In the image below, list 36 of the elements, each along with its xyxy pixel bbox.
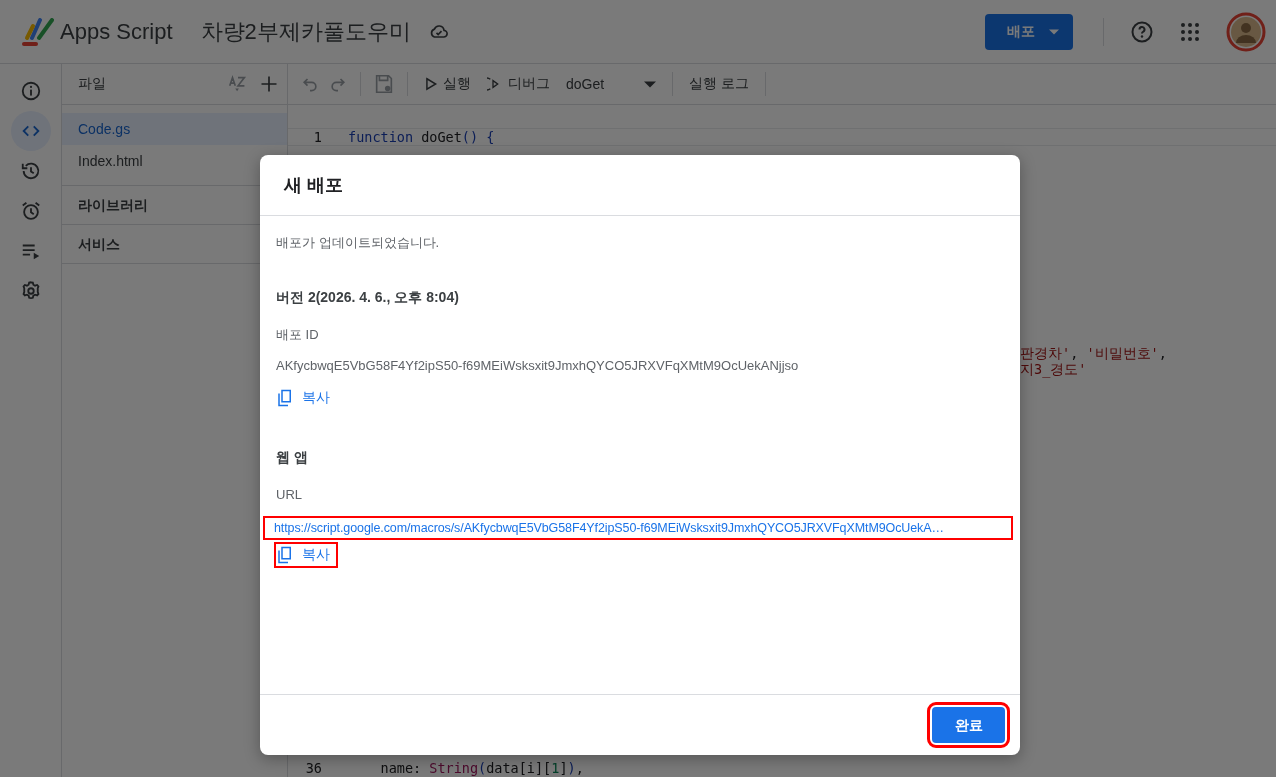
function-dropdown[interactable]: doGet — [562, 76, 661, 92]
apps-script-logo — [22, 17, 54, 46]
field-label: URL — [276, 487, 303, 502]
help-icon[interactable] — [1130, 19, 1154, 44]
copy-icon — [276, 546, 294, 564]
copy-button[interactable]: 복사 — [274, 385, 338, 411]
code-line: 판경차', '비밀번호', — [1020, 345, 1167, 363]
history-icon — [19, 160, 42, 182]
dialog-title: 새 배포 — [260, 155, 1020, 216]
product-name: Apps Script — [60, 18, 173, 45]
copy-button[interactable]: 복사 — [274, 542, 338, 568]
url-link[interactable]: https://script.google.com/macros/s/AKfycbwqE5VbG58F4Yf2ipS50-f69MEiWsksxit9JmxhQYCO5JRXVFqXMtM9OcUekA… — [263, 516, 1013, 540]
caret-icon — [1049, 28, 1059, 35]
plus-icon[interactable] — [259, 74, 279, 94]
execution-log-button[interactable]: 실행 로그 — [685, 75, 754, 93]
run-button[interactable]: 실행 — [420, 75, 475, 93]
play-icon — [424, 77, 438, 91]
deploy-button[interactable]: 배포 — [985, 13, 1073, 50]
field-label: 배포 ID — [276, 326, 320, 344]
info-icon — [19, 80, 42, 102]
rail-button[interactable] — [10, 111, 51, 151]
version-heading: 버전 2(2026. 4. 6., 오후 8:04) — [276, 289, 460, 307]
project-title[interactable]: 차량2부제카풀도우미 — [200, 16, 411, 47]
avatar[interactable] — [1226, 11, 1266, 52]
panel-title: 파일 — [78, 75, 107, 93]
file-item[interactable]: Code.gs — [62, 113, 287, 145]
section-heading: 웹 앱 — [276, 449, 309, 467]
line-number: 1 — [312, 129, 322, 145]
code-line: name: String(data[i][1]), — [379, 759, 584, 777]
code-line: 지3_경도' — [1020, 361, 1087, 379]
code-line: function doGet() { — [348, 129, 495, 145]
debug-button[interactable]: 디버그 — [483, 75, 554, 93]
copy-icon — [276, 389, 294, 407]
caret-icon — [644, 80, 657, 88]
deployment-id: AKfycbwqE5VbG58F4Yf2ipS50-f69MEiWsksxit9JmxhQYCO5JRXVFqXMtM9OcUekANjjso — [276, 358, 800, 373]
line-number: 36 — [304, 759, 322, 777]
